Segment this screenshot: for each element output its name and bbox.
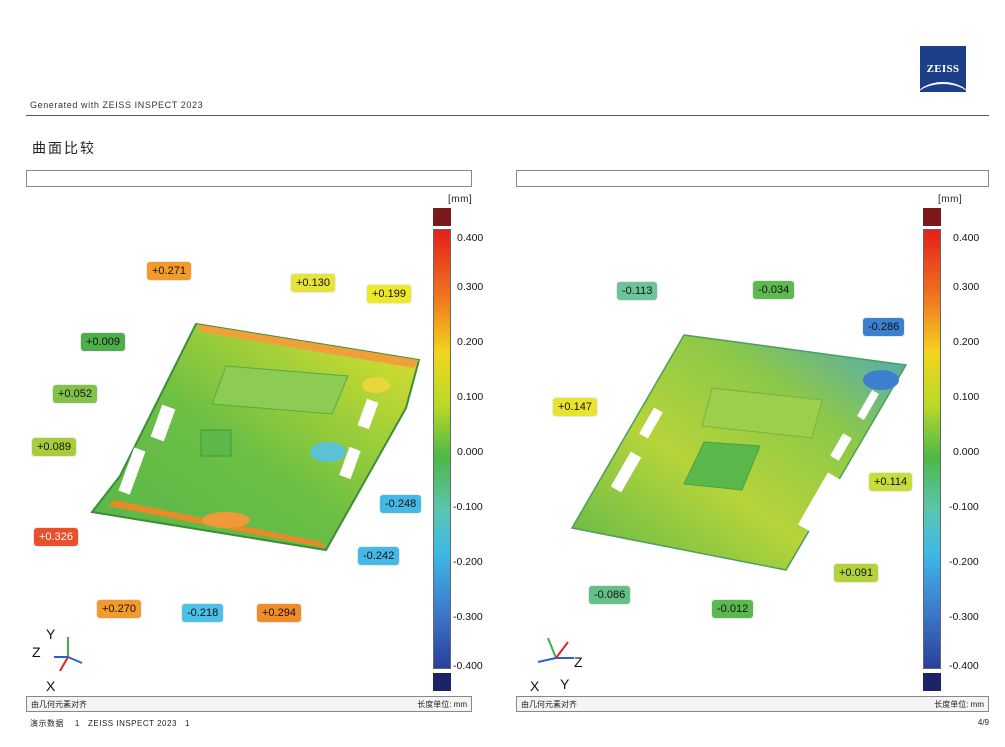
callout-label: -0.218 <box>182 604 224 622</box>
zeiss-logo: ZEISS <box>920 46 966 92</box>
left-comparison-panel: +0.271 +0.130 +0.199 +0.009 +0.052 +0.08… <box>26 170 483 716</box>
left-axis-triad-icon <box>54 637 83 672</box>
scale-unit-label: [mm] <box>448 194 473 205</box>
scale-gradient-bar <box>433 229 451 669</box>
callout-label: +0.326 <box>34 528 78 546</box>
callout-label: +0.147 <box>553 398 597 416</box>
scale-tick: 0.300 <box>457 281 484 293</box>
callout-label: +0.130 <box>291 274 335 292</box>
callout-label: -0.242 <box>358 547 400 565</box>
right-panel-title-box <box>516 170 989 187</box>
callout-label: +0.270 <box>97 600 141 618</box>
scale-under-cap <box>923 673 941 691</box>
left-panel-title-box <box>26 170 472 187</box>
scale-tick: -0.300 <box>949 611 979 623</box>
alignment-label: 由几何元素对齐 <box>521 700 577 709</box>
right-axis-triad-icon <box>537 637 574 663</box>
scale-over-cap <box>923 208 941 226</box>
page-footer-info: 演示数据 1 ZEISS INSPECT 2023 1 <box>30 719 191 728</box>
scale-tick: 0.000 <box>953 446 980 458</box>
scale-tick: -0.200 <box>453 556 483 568</box>
callout-label: +0.009 <box>81 333 125 351</box>
right-3d-view[interactable]: -0.113 -0.034 -0.286 +0.147 +0.114 +0.09… <box>516 190 989 695</box>
left-panel-footer: 由几何元素对齐 长度单位: mm <box>26 696 472 712</box>
unit-label: 长度单位: mm <box>417 700 467 709</box>
scale-tick: 0.200 <box>953 336 980 348</box>
scale-gradient-bar <box>923 229 941 669</box>
callout-label: -0.248 <box>380 495 422 513</box>
callout-label: +0.271 <box>147 262 191 280</box>
scale-tick: 0.400 <box>953 232 980 244</box>
scale-over-cap <box>433 208 451 226</box>
callout-label: +0.294 <box>257 604 301 622</box>
logo-arc-decoration <box>920 82 966 92</box>
callout-label: +0.089 <box>32 438 76 456</box>
left-3d-view[interactable]: +0.271 +0.130 +0.199 +0.009 +0.052 +0.08… <box>26 190 483 695</box>
callout-label: -0.086 <box>589 586 631 604</box>
scale-tick: 0.200 <box>457 336 484 348</box>
scale-tick: 0.300 <box>953 281 980 293</box>
callout-label: +0.091 <box>834 564 878 582</box>
callout-label: -0.286 <box>863 318 905 336</box>
scale-tick: 0.000 <box>457 446 484 458</box>
left-part-render <box>90 322 421 552</box>
section-title: 曲面比较 <box>32 140 96 156</box>
callout-label: -0.012 <box>712 600 754 618</box>
scale-tick: 0.100 <box>457 391 484 403</box>
right-panel-footer: 由几何元素对齐 长度单位: mm <box>516 696 989 712</box>
scale-under-cap <box>433 673 451 691</box>
scale-unit-label: [mm] <box>938 194 963 205</box>
page-number: 4/9 <box>977 718 989 727</box>
zeiss-logo-text: ZEISS <box>926 63 960 75</box>
scale-tick: -0.100 <box>949 501 979 513</box>
callout-label: +0.114 <box>869 473 913 491</box>
scale-tick: 0.400 <box>457 232 484 244</box>
scale-tick: -0.400 <box>453 660 483 672</box>
scale-tick: -0.200 <box>949 556 979 568</box>
right-comparison-panel: -0.113 -0.034 -0.286 +0.147 +0.114 +0.09… <box>516 170 989 716</box>
callout-label: -0.034 <box>753 281 795 299</box>
generated-with-text: Generated with ZEISS INSPECT 2023 <box>30 100 204 110</box>
scale-tick: 0.100 <box>953 391 980 403</box>
unit-label: 长度单位: mm <box>934 700 984 709</box>
callout-label: +0.199 <box>367 285 411 303</box>
callout-label: +0.052 <box>53 385 97 403</box>
alignment-label: 由几何元素对齐 <box>31 700 87 709</box>
scale-tick: -0.400 <box>949 660 979 672</box>
scale-tick: -0.100 <box>453 501 483 513</box>
scale-tick: -0.300 <box>453 611 483 623</box>
header-divider <box>26 115 989 116</box>
callout-label: -0.113 <box>617 282 658 300</box>
